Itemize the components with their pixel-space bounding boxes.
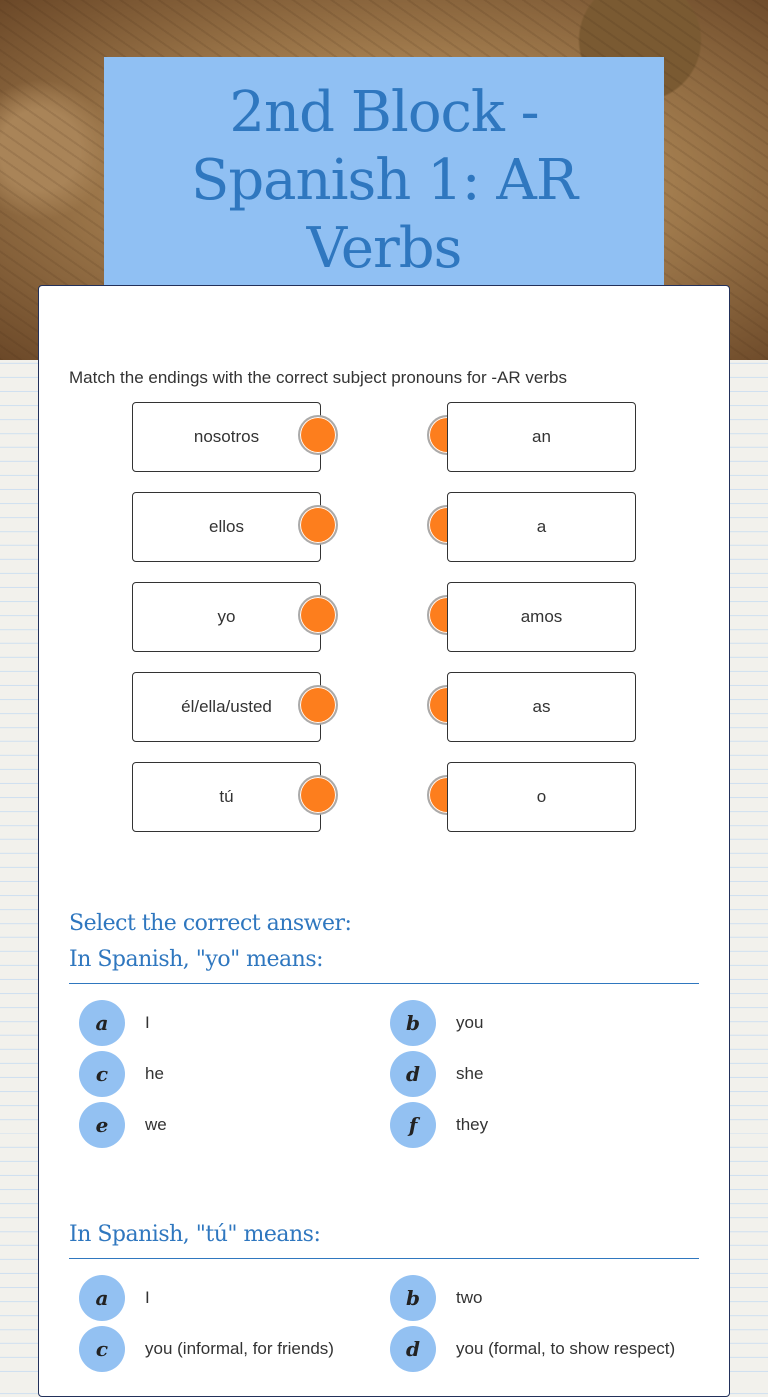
option-text: he (145, 1064, 164, 1083)
option-text: they (456, 1115, 489, 1134)
matching-instruction: Match the endings with the correct subje… (69, 368, 567, 387)
match-right-item[interactable]: a (447, 492, 636, 562)
match-right-label: amos (520, 607, 563, 626)
match-connector-dot[interactable] (298, 415, 338, 455)
answer-option[interactable]: d she (390, 1051, 483, 1097)
option-letter-bubble: d (390, 1326, 436, 1372)
option-letter-bubble: b (390, 1000, 436, 1046)
match-row: tú o (39, 762, 729, 832)
option-text: you (456, 1013, 484, 1032)
answer-option[interactable]: f they (390, 1102, 488, 1148)
answer-option[interactable]: d you (formal, to show respect) (390, 1326, 675, 1372)
match-left-item[interactable]: nosotros (132, 402, 321, 472)
page-title: 2nd Block - Spanish 1: AR Verbs (190, 80, 578, 281)
option-text: I (145, 1013, 150, 1032)
match-connector-dot[interactable] (298, 775, 338, 815)
answer-option[interactable]: a I (79, 1000, 150, 1046)
option-letter-bubble: a (79, 1000, 125, 1046)
option-letter-bubble: d (390, 1051, 436, 1097)
match-right-item[interactable]: amos (447, 582, 636, 652)
match-left-label: él/ella/usted (181, 697, 272, 716)
option-text: she (456, 1064, 484, 1083)
title-banner: 2nd Block - Spanish 1: AR Verbs (104, 57, 664, 297)
option-text: you (formal, to show respect) (456, 1339, 676, 1358)
answer-option[interactable]: a I (79, 1275, 150, 1321)
match-right-label: a (536, 517, 547, 536)
match-right-label: as (532, 697, 551, 716)
match-left-label: nosotros (193, 427, 260, 446)
match-left-item[interactable]: ellos (132, 492, 321, 562)
answer-option[interactable]: b two (390, 1275, 482, 1321)
option-text: I (145, 1288, 150, 1307)
option-letter-bubble: f (390, 1102, 436, 1148)
match-right-item[interactable]: an (447, 402, 636, 472)
question2-divider (69, 1258, 699, 1259)
match-row: él/ella/usted as (39, 672, 729, 742)
worksheet-card: Match the endings with the correct subje… (38, 285, 730, 1397)
match-left-item[interactable]: tú (132, 762, 321, 832)
option-letter-bubble: c (79, 1326, 125, 1372)
match-right-item[interactable]: o (447, 762, 636, 832)
match-row: nosotros an (39, 402, 729, 472)
match-connector-dot[interactable] (298, 685, 338, 725)
option-letter-bubble: e (79, 1102, 125, 1148)
question1-divider (69, 983, 699, 984)
match-left-label: ellos (209, 517, 244, 536)
option-letter-bubble: b (390, 1275, 436, 1321)
question1-prompt-line2: In Spanish, "yo" means: (69, 947, 324, 972)
match-right-label: o (536, 787, 547, 806)
match-left-item[interactable]: él/ella/usted (132, 672, 321, 742)
match-connector-dot[interactable] (298, 505, 338, 545)
match-left-label: yo (217, 607, 236, 626)
option-text: you (informal, for friends) (145, 1339, 334, 1358)
match-row: yo amos (39, 582, 729, 652)
answer-option[interactable]: c he (79, 1051, 164, 1097)
option-letter-bubble: a (79, 1275, 125, 1321)
match-right-label: an (532, 427, 551, 446)
question1-prompt-line1: Select the correct answer: (69, 911, 352, 936)
option-text: we (145, 1115, 167, 1134)
match-right-item[interactable]: as (447, 672, 636, 742)
answer-option[interactable]: c you (informal, for friends) (79, 1326, 334, 1372)
answer-option[interactable]: e we (79, 1102, 167, 1148)
answer-option[interactable]: b you (390, 1000, 483, 1046)
match-row: ellos a (39, 492, 729, 562)
match-connector-dot[interactable] (298, 595, 338, 635)
match-left-label: tú (219, 787, 234, 806)
match-left-item[interactable]: yo (132, 582, 321, 652)
option-text: two (456, 1288, 483, 1307)
question2-prompt: In Spanish, "tú" means: (69, 1222, 321, 1247)
option-letter-bubble: c (79, 1051, 125, 1097)
